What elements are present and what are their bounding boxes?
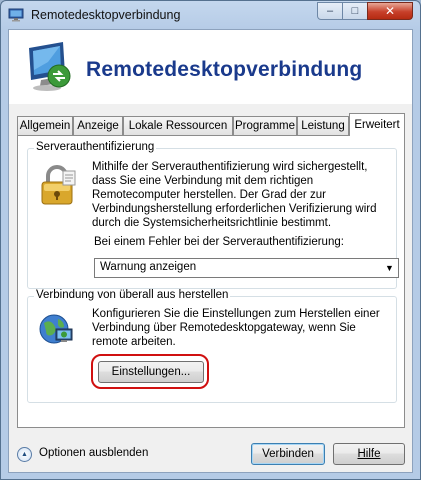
connect-anywhere-group: Verbindung von überall aus herstellen Ko… <box>27 289 397 403</box>
tab-programme[interactable]: Programme <box>233 116 297 135</box>
help-button-label: Hilfe <box>357 448 381 460</box>
tab-anzeige[interactable]: Anzeige <box>73 116 123 135</box>
tab-erweitert[interactable]: Erweitert <box>349 113 405 136</box>
window-title: Remotedesktopverbindung <box>31 8 181 22</box>
server-auth-legend: Serverauthentifizierung <box>34 141 157 153</box>
server-auth-dropdown-value: Warnung anzeigen <box>100 261 197 273</box>
highlight-ring <box>91 354 209 389</box>
footer-bar: ▲ Optionen ausblenden Verbinden Hilfe <box>9 434 412 474</box>
rdp-window: Remotedesktopverbindung – □ ✕ Remotedesk… <box>0 0 421 480</box>
globe-computer-icon <box>39 314 73 344</box>
banner-title: Remotedesktopverbindung <box>86 58 363 81</box>
server-auth-group: Serverauthentifizierung Mithilfe der Ser… <box>27 141 399 289</box>
minimize-button[interactable]: – <box>317 2 343 20</box>
server-auth-select-label: Bei einem Fehler bei der Serverauthentif… <box>94 236 344 248</box>
server-auth-description: Mithilfe der Serverauthentifizierung wir… <box>92 161 377 229</box>
tab-allgemein[interactable]: Allgemein <box>17 116 73 135</box>
tab-leistung[interactable]: Leistung <box>297 116 349 135</box>
chevron-down-icon[interactable]: ▼ <box>381 259 398 277</box>
options-toggle[interactable]: Optionen ausblenden <box>39 447 148 459</box>
connect-anywhere-description: Konfigurieren Sie die Einstellungen zum … <box>92 308 380 348</box>
banner: Remotedesktopverbindung <box>9 30 412 104</box>
close-button[interactable]: ✕ <box>367 2 413 20</box>
window-client-area: Remotedesktopverbindung Allgemein Anzeig… <box>8 29 413 473</box>
tab-panel-erweitert: Serverauthentifizierung Mithilfe der Ser… <box>17 135 405 428</box>
remote-desktop-logo-icon <box>29 42 71 91</box>
title-bar[interactable]: Remotedesktopverbindung – □ ✕ <box>1 1 420 29</box>
connect-button[interactable]: Verbinden <box>251 443 325 465</box>
padlock-icon <box>41 165 76 205</box>
help-button[interactable]: Hilfe <box>333 443 405 465</box>
maximize-button[interactable]: □ <box>342 2 368 20</box>
collapse-options-icon[interactable]: ▲ <box>17 447 32 462</box>
tab-lokale-ressourcen[interactable]: Lokale Ressourcen <box>123 116 233 135</box>
server-auth-dropdown[interactable]: Warnung anzeigen ▼ <box>94 258 399 278</box>
remote-desktop-icon <box>8 8 24 22</box>
connect-anywhere-legend: Verbindung von überall aus herstellen <box>34 289 231 301</box>
